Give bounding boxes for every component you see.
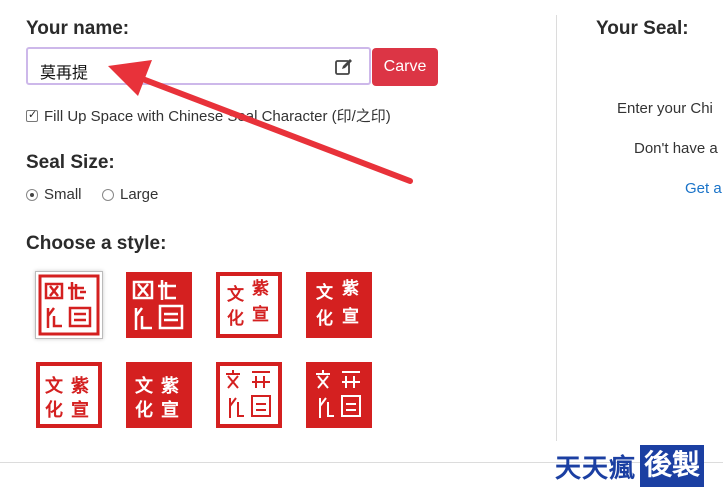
fill-space-option[interactable]: Fill Up Space with Chinese Seal Characte… — [26, 105, 391, 126]
watermark-box: 後製 — [640, 445, 705, 487]
size-small-radio[interactable] — [26, 188, 38, 201]
name-input[interactable]: 莫再提 — [26, 47, 371, 85]
carve-button[interactable]: Carve — [372, 48, 438, 86]
svg-text:紫: 紫 — [252, 278, 269, 299]
size-option-small[interactable]: Small — [26, 186, 82, 203]
size-large-radio[interactable] — [102, 188, 114, 201]
size-small-label: Small — [44, 186, 82, 203]
svg-text:文: 文 — [227, 284, 245, 305]
svg-text:紫: 紫 — [342, 278, 359, 299]
svg-text:宣: 宣 — [71, 399, 89, 421]
svg-text:文: 文 — [316, 282, 334, 303]
seal-style-1-icon[interactable] — [36, 272, 102, 338]
name-label: Your name: — [26, 18, 130, 39]
svg-text:宣: 宣 — [252, 304, 269, 325]
seal-style-3-icon[interactable]: 文紫 化宣 — [216, 272, 282, 338]
svg-text:紫: 紫 — [71, 375, 89, 397]
style-grid: 文紫 化宣 文紫 化宣 文紫 化宣 文紫 化宣 — [36, 272, 396, 428]
seal-style-6-icon[interactable]: 文紫 化宣 — [126, 362, 192, 428]
edit-icon[interactable] — [334, 57, 354, 77]
seal-hint-line-1: Enter your Chi — [617, 100, 713, 117]
svg-text:文: 文 — [45, 375, 64, 397]
svg-text:化: 化 — [45, 399, 63, 421]
svg-text:化: 化 — [135, 399, 153, 421]
seal-size-label: Seal Size: — [26, 152, 115, 173]
svg-text:化: 化 — [227, 308, 244, 329]
watermark: 天天瘋 後製 — [555, 445, 705, 487]
choose-style-label: Choose a style: — [26, 233, 167, 254]
size-option-large[interactable]: Large — [102, 186, 158, 203]
size-large-label: Large — [120, 186, 159, 203]
seal-hint-line-2: Don't have a — [634, 140, 718, 157]
seal-style-7-icon[interactable] — [216, 362, 282, 428]
fill-space-checkbox[interactable] — [26, 108, 38, 122]
svg-text:文: 文 — [135, 375, 154, 397]
column-divider — [556, 15, 557, 441]
your-seal-title: Your Seal: — [596, 18, 689, 39]
seal-style-8-icon[interactable] — [306, 362, 372, 428]
watermark-text: 天天瘋 — [555, 453, 637, 484]
get-link[interactable]: Get a — [685, 180, 722, 197]
svg-text:宣: 宣 — [342, 306, 359, 327]
seal-style-5-icon[interactable]: 文紫 化宣 — [36, 362, 102, 428]
seal-style-2-icon[interactable] — [126, 272, 192, 338]
seal-style-4-icon[interactable]: 文紫 化宣 — [306, 272, 372, 338]
svg-text:化: 化 — [316, 308, 333, 329]
fill-space-label: Fill Up Space with Chinese Seal Characte… — [44, 108, 391, 125]
svg-text:紫: 紫 — [161, 375, 179, 397]
svg-text:宣: 宣 — [161, 399, 179, 421]
